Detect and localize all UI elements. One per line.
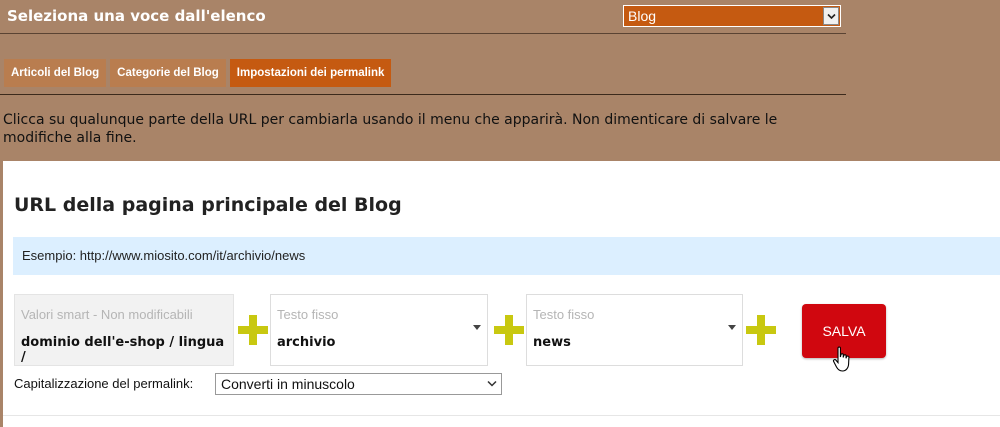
blog-select[interactable]: Blog	[623, 5, 841, 27]
chevron-down-icon	[487, 380, 497, 387]
plus-icon	[494, 315, 524, 345]
example-url: Esempio: http://www.miosito.com/it/archi…	[13, 237, 1000, 275]
divider	[3, 415, 1000, 416]
select-arrow-icon[interactable]	[823, 7, 839, 25]
plus-icon	[238, 315, 268, 345]
capitalization-value: Converti in minuscolo	[221, 376, 355, 392]
caret-down-icon[interactable]	[473, 325, 481, 330]
hand-cursor-icon	[832, 346, 850, 372]
fixed-text-value-2: news	[533, 335, 571, 350]
plus-icon	[746, 315, 776, 345]
fixed-text-segment-1[interactable]: Testo fisso archivio	[270, 294, 488, 366]
fixed-text-value-1: archivio	[277, 335, 336, 350]
fixed-text-segment-2[interactable]: Testo fisso news	[526, 294, 743, 366]
capitalization-select[interactable]: Converti in minuscolo	[215, 373, 502, 395]
blog-select-value: Blog	[628, 8, 657, 24]
capitalization-label: Capitalizzazione del permalink:	[14, 376, 194, 391]
page-title: Seleziona una voce dall'elenco	[7, 7, 266, 25]
fixed-text-label-2: Testo fisso	[533, 307, 595, 322]
smart-values-value: dominio dell'e-shop / lingua /	[21, 335, 225, 365]
top-bar: Seleziona una voce dall'elenco Blog	[0, 0, 846, 34]
tab-divider	[0, 94, 846, 95]
tab-permalink[interactable]: Impostazioni dei permalink	[229, 59, 392, 87]
fixed-text-label-1: Testo fisso	[277, 307, 339, 322]
tab-bar: Articoli del Blog Categorie del Blog Imp…	[4, 59, 395, 87]
instructions-text: Clicca su qualunque parte della URL per …	[3, 112, 778, 146]
tab-categorie[interactable]: Categorie del Blog	[110, 59, 226, 87]
tab-articoli[interactable]: Articoli del Blog	[4, 59, 107, 87]
caret-down-icon[interactable]	[728, 325, 736, 330]
section-title: URL della pagina principale del Blog	[14, 194, 402, 216]
smart-values-segment: Valori smart - Non modificabili dominio …	[14, 294, 234, 366]
smart-values-label: Valori smart - Non modificabili	[21, 307, 193, 322]
permalink-panel: URL della pagina principale del Blog Ese…	[3, 161, 1000, 427]
